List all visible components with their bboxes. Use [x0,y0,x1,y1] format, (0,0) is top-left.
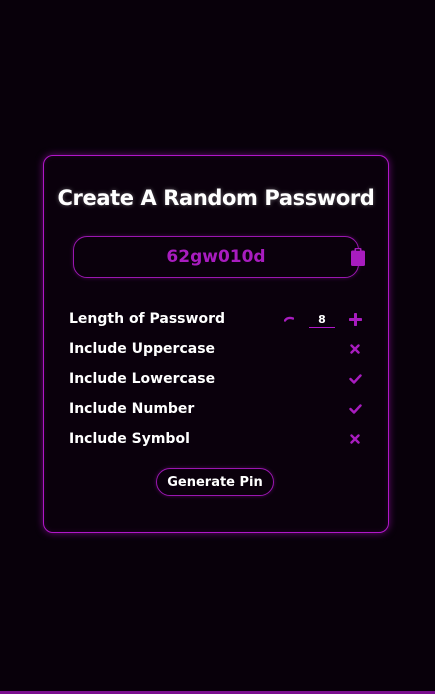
increase-length-button[interactable] [345,308,365,330]
uppercase-label: Include Uppercase [69,341,216,357]
number-row: Include Number [69,398,365,420]
check-icon [348,404,362,414]
password-display: 62gw010d [73,236,359,278]
length-label: Length of Password [69,311,225,327]
number-label: Include Number [69,401,195,417]
password-value: 62gw010d [166,247,266,267]
symbol-toggle[interactable] [345,428,365,450]
lowercase-toggle[interactable] [345,368,365,390]
length-row: Length of Password [69,308,365,330]
uppercase-row: Include Uppercase [69,338,365,360]
card-title: Create A Random Password [57,186,375,210]
symbol-row: Include Symbol [69,428,365,450]
generate-pin-button[interactable]: Generate Pin [156,468,274,496]
decrease-length-button[interactable] [279,308,299,330]
minus-icon [284,316,294,322]
number-toggle[interactable] [345,398,365,420]
lowercase-label: Include Lowercase [69,371,216,387]
cross-icon [350,344,360,354]
uppercase-toggle[interactable] [345,338,365,360]
cross-icon [350,434,360,444]
symbol-label: Include Symbol [69,431,190,447]
length-input[interactable] [309,311,335,328]
clipboard-icon[interactable] [351,248,365,266]
lowercase-row: Include Lowercase [69,368,365,390]
password-generator-card: Create A Random Password 62gw010d Length… [43,155,389,533]
plus-icon [348,312,362,326]
check-icon [348,374,362,384]
